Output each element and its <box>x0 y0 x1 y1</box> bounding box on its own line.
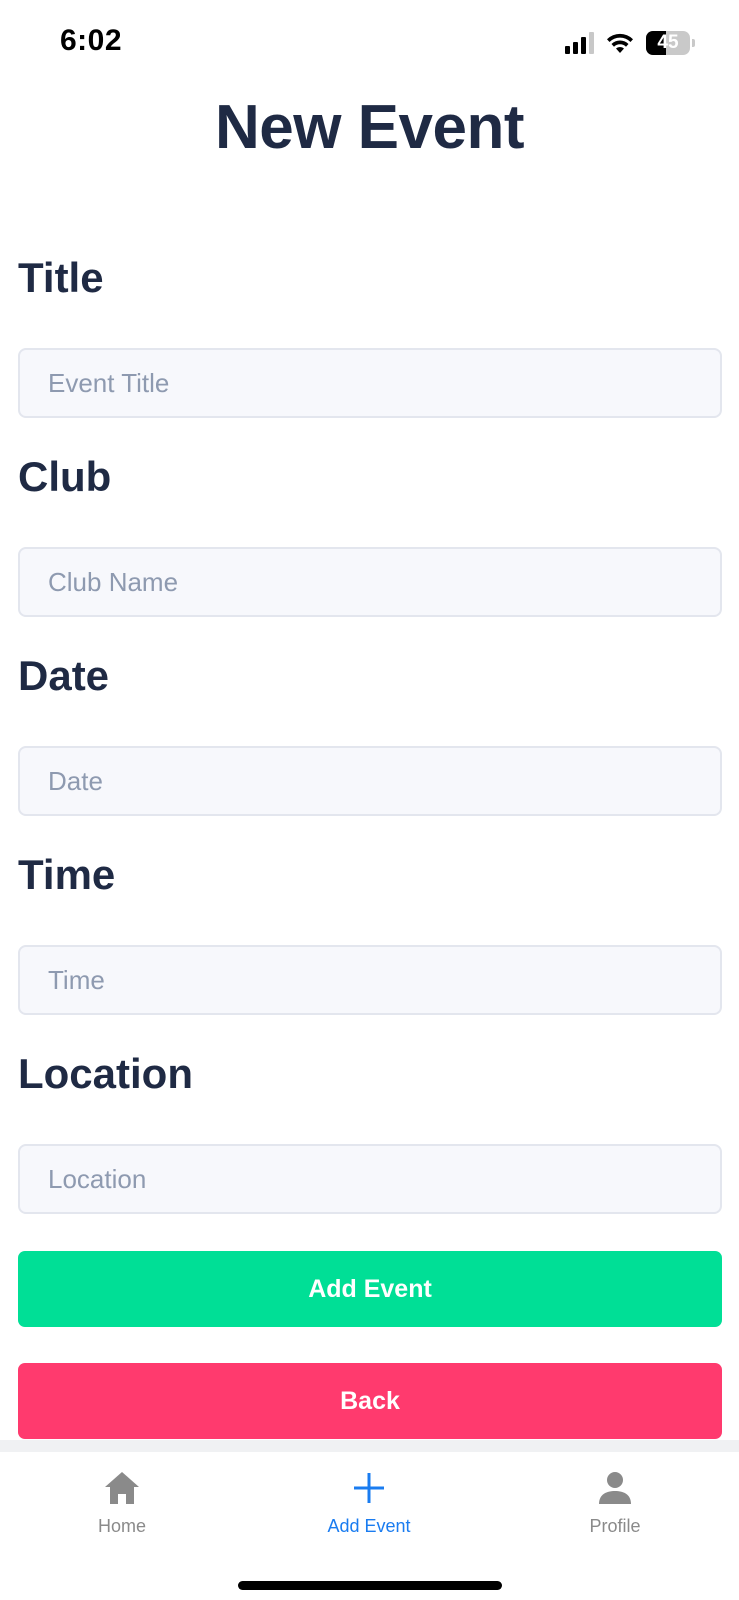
title-label: Title <box>18 254 104 301</box>
page-title: New Event <box>214 93 525 162</box>
signal-icon <box>565 32 594 54</box>
status-time: 6:02 <box>60 24 123 57</box>
plus-icon <box>354 1473 384 1503</box>
add-event-button[interactable]: Add Event <box>18 1251 722 1327</box>
tab-add-event-label: Add Event <box>327 1516 411 1536</box>
wifi-icon <box>607 33 633 53</box>
status-bar: 6:02 45 <box>0 0 739 90</box>
battery-icon: 45 <box>646 31 690 55</box>
home-indicator <box>238 1581 502 1590</box>
date-label: Date <box>18 652 110 699</box>
tab-home-label: Home <box>97 1516 146 1536</box>
location-label: Location <box>18 1050 193 1097</box>
tab-profile[interactable]: Profile <box>515 1468 715 1537</box>
location-input[interactable] <box>18 1144 722 1214</box>
home-icon <box>105 1472 139 1504</box>
tab-add-event[interactable]: Add Event <box>269 1468 469 1537</box>
club-name-input[interactable] <box>18 547 722 617</box>
club-label: Club <box>18 453 112 500</box>
person-icon <box>599 1472 631 1504</box>
date-input[interactable] <box>18 746 722 816</box>
event-title-input[interactable] <box>18 348 722 418</box>
battery-level: 45 <box>657 32 679 53</box>
back-button[interactable]: Back <box>18 1363 722 1439</box>
tab-home[interactable]: Home <box>22 1468 222 1537</box>
battery-cap <box>692 39 695 47</box>
time-label: Time <box>18 851 116 898</box>
tab-profile-label: Profile <box>589 1516 641 1536</box>
time-input[interactable] <box>18 945 722 1015</box>
status-icons: 45 <box>565 30 695 56</box>
tab-bar: Home Add Event Profile <box>0 1440 739 1600</box>
